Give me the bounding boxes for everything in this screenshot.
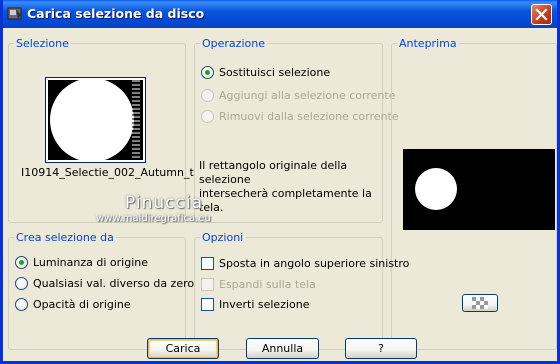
radio-add-to-selection-label: Aggiungi alla selezione corrente — [219, 89, 396, 102]
close-button[interactable] — [531, 4, 552, 25]
radio-any-nonzero-label: Qualsiasi val. diverso da zero — [33, 277, 195, 290]
app-icon — [7, 7, 22, 20]
group-operation: Operazione Sostituisci selezione Aggiung… — [194, 37, 399, 223]
radio-any-nonzero-control[interactable] — [15, 277, 28, 290]
group-create-from: Crea selezione da Luminanza di origine Q… — [8, 231, 194, 350]
radio-add-to-selection-control[interactable] — [201, 89, 214, 102]
dialog-window: Carica selezione da disco Selezione I109… — [0, 0, 560, 364]
title-bar[interactable]: Carica selezione da disco — [3, 0, 557, 28]
checkbox-expand-canvas[interactable]: Espandi sulla tela — [201, 278, 316, 291]
checkbox-expand-canvas-control[interactable] — [201, 278, 214, 291]
selection-filename-text: I10914_Selectie_002_Autumn_t — [21, 166, 194, 179]
radio-source-luminance-label: Luminanza di origine — [33, 256, 148, 269]
radio-source-luminance[interactable]: Luminanza di origine — [15, 256, 148, 269]
radio-source-opacity[interactable]: Opacità di origine — [15, 298, 131, 311]
checkbox-expand-canvas-label: Espandi sulla tela — [219, 278, 316, 291]
group-options-legend: Opzioni — [200, 231, 246, 244]
radio-replace-selection-control[interactable] — [201, 66, 214, 79]
radio-add-to-selection[interactable]: Aggiungi alla selezione corrente — [201, 89, 395, 102]
checkbox-move-top-left-label: Sposta in angolo superiore sinistro — [219, 257, 410, 270]
watermark-url: www.maidiregrafica.eu — [96, 213, 211, 224]
operation-info-line2: intersecherà completamente la tela. — [199, 187, 372, 214]
preview-canvas — [403, 149, 555, 230]
selection-thumbnail[interactable] — [45, 77, 146, 163]
operation-info-text: Il rettangolo originale della selezione … — [199, 159, 382, 215]
checkerboard-icon — [472, 297, 488, 309]
operation-info-line1: Il rettangolo originale della selezione — [199, 159, 348, 186]
radio-source-opacity-label: Opacità di origine — [33, 298, 131, 311]
checkbox-invert-selection[interactable]: Inverti selezione — [201, 298, 310, 311]
radio-remove-from-selection-label: Rimuovi dalla selezione corrente — [219, 110, 399, 123]
radio-source-opacity-control[interactable] — [15, 298, 28, 311]
close-icon — [535, 8, 548, 21]
dialog-client: Selezione I10914_Selectie_002_Autumn_t O… — [3, 28, 557, 361]
cancel-button[interactable]: Annulla — [246, 338, 319, 359]
radio-remove-from-selection-control[interactable] — [201, 110, 214, 123]
group-preview-legend: Anteprima — [397, 37, 459, 50]
checkbox-move-top-left[interactable]: Sposta in angolo superiore sinistro — [201, 257, 409, 270]
load-button[interactable]: Carica — [147, 338, 219, 359]
radio-source-luminance-control[interactable] — [15, 256, 28, 269]
preview-toggle-button[interactable] — [462, 294, 498, 312]
group-options: Opzioni Sposta in angolo superiore sinis… — [194, 231, 409, 350]
radio-any-nonzero[interactable]: Qualsiasi val. diverso da zero — [15, 277, 194, 290]
checkbox-invert-selection-label: Inverti selezione — [219, 298, 310, 311]
checkbox-move-top-left-control[interactable] — [201, 257, 214, 270]
group-selection-legend: Selezione — [14, 37, 71, 50]
watermark-name: Pinuccia — [125, 193, 203, 213]
group-create-from-legend: Crea selezione da — [14, 231, 116, 244]
selection-thumbnail-image — [48, 80, 143, 160]
radio-replace-selection[interactable]: Sostituisci selezione — [201, 66, 330, 79]
radio-remove-from-selection[interactable]: Rimuovi dalla selezione corrente — [201, 110, 399, 123]
group-operation-legend: Operazione — [200, 37, 267, 50]
selection-filename: I10914_Selectie_002_Autumn_t — [21, 166, 194, 179]
radio-replace-selection-label: Sostituisci selezione — [219, 66, 331, 79]
help-button[interactable]: ? — [345, 338, 417, 359]
window-title: Carica selezione da disco — [27, 6, 205, 21]
checkbox-invert-selection-control[interactable] — [201, 298, 214, 311]
